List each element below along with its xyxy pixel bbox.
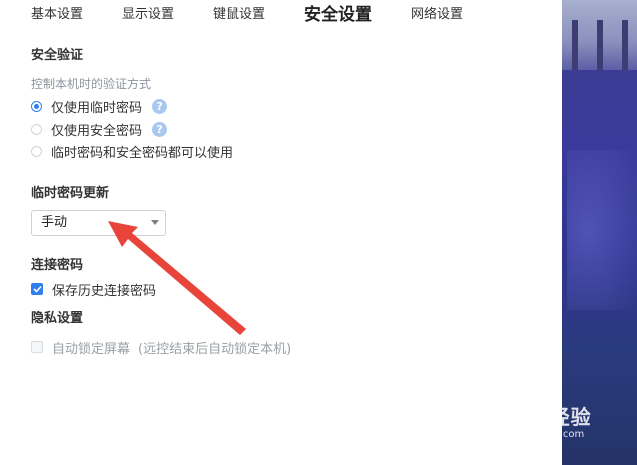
- radio-checked-icon[interactable]: [31, 100, 42, 112]
- tab-display[interactable]: 显示设置: [122, 6, 174, 24]
- temp-password-update-title: 临时密码更新: [31, 186, 110, 201]
- tab-security[interactable]: 安全设置: [304, 4, 372, 26]
- radio-label: 仅使用安全密码: [51, 123, 143, 139]
- radio-security-password-only[interactable]: 仅使用安全密码 ?: [31, 121, 168, 139]
- select-value: 手动: [41, 215, 68, 230]
- light-glow: [567, 150, 637, 310]
- radio-unchecked-icon[interactable]: [31, 145, 42, 157]
- tab-network[interactable]: 网络设置: [411, 6, 463, 24]
- settings-panel: 基本设置 显示设置 键鼠设置 安全设置 网络设置 安全验证 控制本机时的验证方式…: [0, 0, 562, 465]
- checkmark-icon: [32, 285, 42, 293]
- tab-basic[interactable]: 基本设置: [31, 6, 83, 24]
- watermark-url: jingyan.baidu.com: [492, 429, 585, 440]
- checkbox-checked-icon[interactable]: [31, 283, 43, 295]
- bridge-image: [562, 0, 637, 70]
- connection-password-title: 连接密码: [31, 258, 84, 273]
- arrow-shape: [108, 221, 246, 335]
- radio-both-passwords[interactable]: 临时密码和安全密码都可以使用: [31, 143, 234, 161]
- annotation-arrow: [108, 221, 246, 335]
- tab-keyboard-mouse[interactable]: 键鼠设置: [213, 6, 265, 24]
- baidu-watermark: Bai度经验 jingyan.baidu.com: [480, 395, 620, 455]
- radio-temp-password-only[interactable]: 仅使用临时密码 ?: [31, 98, 168, 116]
- radio-unchecked-icon[interactable]: [31, 123, 42, 135]
- radio-label: 仅使用临时密码: [51, 100, 143, 116]
- help-icon[interactable]: ?: [152, 121, 168, 137]
- watermark-logo: Bai度经验: [490, 405, 592, 429]
- radio-label: 临时密码和安全密码都可以使用: [51, 145, 234, 161]
- help-icon[interactable]: ?: [152, 98, 168, 114]
- security-verify-hint: 控制本机时的验证方式: [31, 77, 152, 91]
- security-verify-title: 安全验证: [31, 48, 84, 63]
- checkbox-unchecked-icon[interactable]: [31, 341, 43, 353]
- privacy-title: 隐私设置: [31, 311, 84, 326]
